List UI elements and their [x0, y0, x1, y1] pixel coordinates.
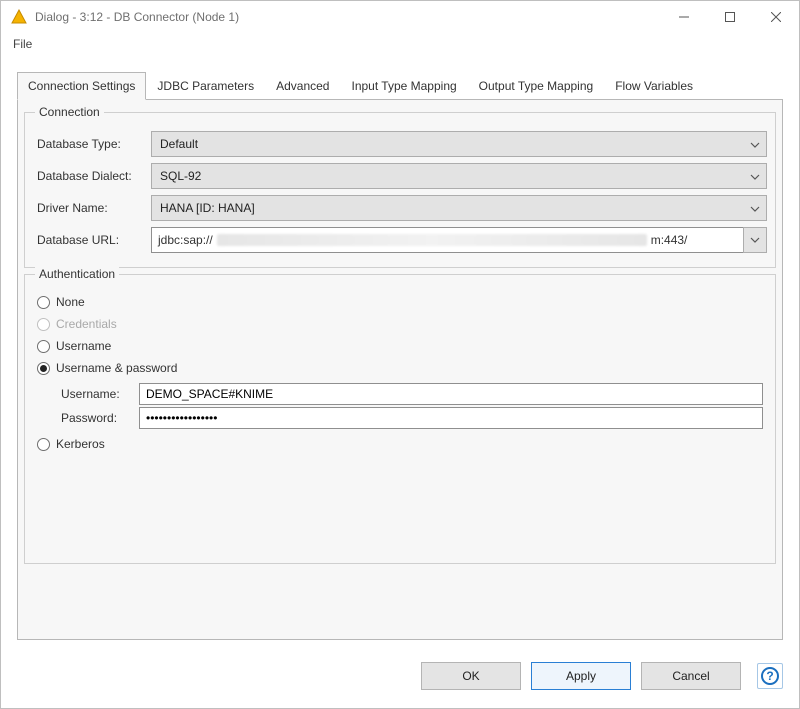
- credentials-subpanel: Username: Password:: [61, 383, 763, 429]
- radio-icon: [37, 296, 50, 309]
- menu-file[interactable]: File: [7, 35, 38, 53]
- radio-username-label: Username: [56, 339, 111, 353]
- buttonbar: OK Apply Cancel ?: [1, 650, 799, 704]
- tab-flow-variables[interactable]: Flow Variables: [604, 72, 704, 100]
- radio-none-label: None: [56, 295, 85, 309]
- radio-icon: [37, 318, 50, 331]
- radio-icon: [37, 438, 50, 451]
- app-icon: [11, 9, 27, 25]
- radio-username-password[interactable]: Username & password: [37, 361, 763, 375]
- radio-icon: [37, 340, 50, 353]
- chevron-down-icon: [750, 169, 760, 183]
- combo-database-dialect[interactable]: SQL-92: [151, 163, 767, 189]
- radio-credentials: Credentials: [37, 317, 763, 331]
- url-suffix: m:443/: [651, 233, 688, 247]
- label-database-type: Database Type:: [33, 137, 151, 151]
- client-area: Connection Settings JDBC Parameters Adva…: [1, 55, 799, 650]
- maximize-button[interactable]: [707, 1, 753, 33]
- tab-output-type-mapping[interactable]: Output Type Mapping: [468, 72, 605, 100]
- apply-button[interactable]: Apply: [531, 662, 631, 690]
- titlebar: Dialog - 3:12 - DB Connector (Node 1): [1, 1, 799, 33]
- tab-input-type-mapping[interactable]: Input Type Mapping: [340, 72, 467, 100]
- url-dropdown-button[interactable]: [743, 227, 767, 253]
- ok-button[interactable]: OK: [421, 662, 521, 690]
- combo-database-type-value: Default: [160, 137, 198, 151]
- url-redacted: [217, 234, 647, 246]
- group-connection-legend: Connection: [35, 105, 104, 119]
- close-button[interactable]: [753, 1, 799, 33]
- radio-credentials-label: Credentials: [56, 317, 117, 331]
- group-connection: Connection Database Type: Default Databa…: [24, 112, 776, 268]
- minimize-button[interactable]: [661, 1, 707, 33]
- tab-connection-settings[interactable]: Connection Settings: [17, 72, 146, 100]
- input-username[interactable]: [139, 383, 763, 405]
- group-authentication: Authentication None Credentials Username…: [24, 274, 776, 564]
- chevron-down-icon: [750, 201, 760, 215]
- label-database-dialect: Database Dialect:: [33, 169, 151, 183]
- url-prefix: jdbc:sap://: [158, 233, 213, 247]
- radio-none[interactable]: None: [37, 295, 763, 309]
- combo-database-type[interactable]: Default: [151, 131, 767, 157]
- group-authentication-legend: Authentication: [35, 267, 119, 281]
- tabstrip: Connection Settings JDBC Parameters Adva…: [17, 71, 783, 100]
- menubar: File: [1, 33, 799, 55]
- label-username: Username:: [61, 387, 139, 401]
- combo-driver-name-value: HANA [ID: HANA]: [160, 201, 255, 215]
- chevron-down-icon: [750, 137, 760, 151]
- radio-username-password-label: Username & password: [56, 361, 177, 375]
- radio-username[interactable]: Username: [37, 339, 763, 353]
- tabpanel-connection-settings: Connection Database Type: Default Databa…: [17, 100, 783, 640]
- help-button[interactable]: ?: [757, 663, 783, 689]
- cancel-button[interactable]: Cancel: [641, 662, 741, 690]
- input-password[interactable]: [139, 407, 763, 429]
- combo-database-dialect-value: SQL-92: [160, 169, 201, 183]
- radio-icon: [37, 362, 50, 375]
- radio-kerberos-label: Kerberos: [56, 437, 105, 451]
- input-database-url[interactable]: jdbc:sap:// m:443/: [151, 227, 743, 253]
- tab-advanced[interactable]: Advanced: [265, 72, 340, 100]
- help-icon: ?: [761, 667, 779, 685]
- tab-jdbc-parameters[interactable]: JDBC Parameters: [146, 72, 265, 100]
- combo-driver-name[interactable]: HANA [ID: HANA]: [151, 195, 767, 221]
- label-database-url: Database URL:: [33, 233, 151, 247]
- label-password: Password:: [61, 411, 139, 425]
- radio-kerberos[interactable]: Kerberos: [37, 437, 763, 451]
- window-title: Dialog - 3:12 - DB Connector (Node 1): [35, 10, 239, 24]
- label-driver-name: Driver Name:: [33, 201, 151, 215]
